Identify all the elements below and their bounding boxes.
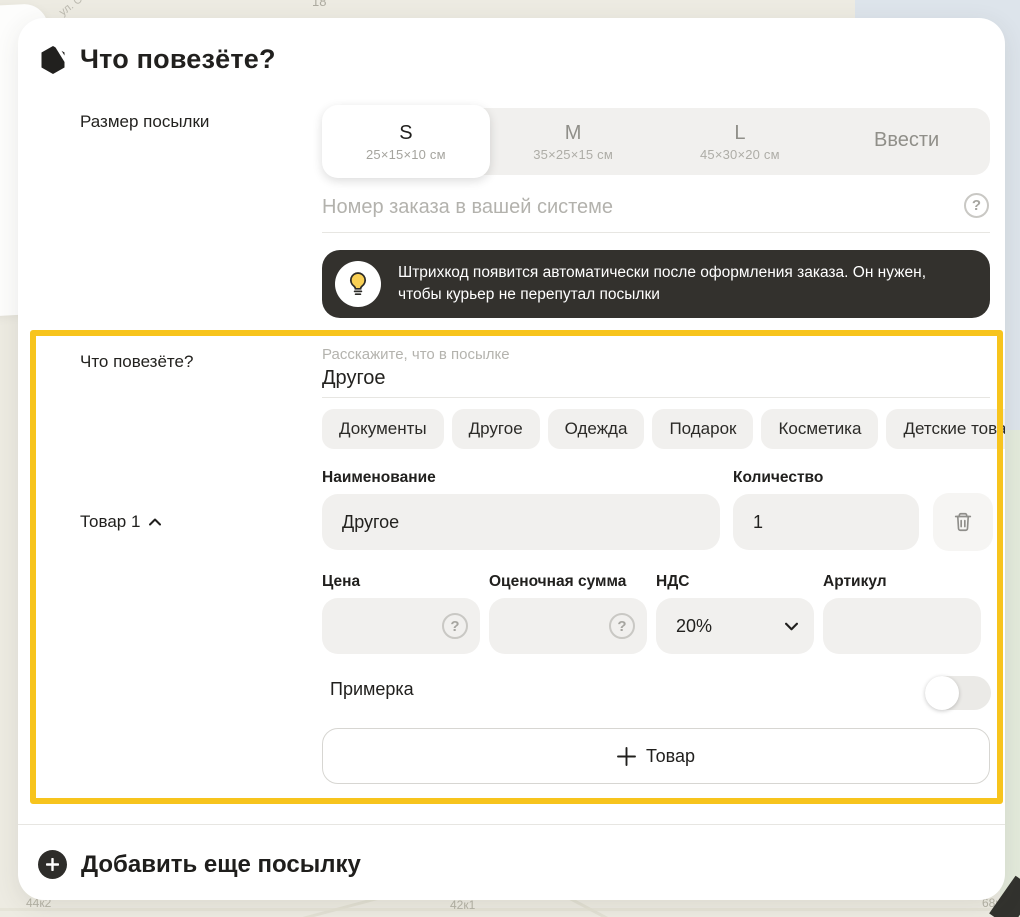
plus-icon — [617, 747, 636, 766]
estimated-label: Оценочная сумма — [489, 573, 626, 591]
size-tab-l[interactable]: L 45×30×20 см — [657, 108, 824, 175]
size-tab-s-dims: 25×15×10 см — [366, 147, 446, 162]
size-tab-m-name: M — [565, 122, 582, 145]
size-tab-s-name: S — [399, 122, 412, 145]
name-label: Наименование — [322, 469, 436, 487]
barcode-tooltip-line1: Штрихкод появится автоматически после оф… — [398, 262, 926, 284]
vat-select[interactable]: 20% — [656, 598, 814, 654]
add-item-button[interactable]: Товар — [322, 728, 990, 784]
toggle-knob — [925, 676, 959, 710]
footer-divider — [18, 824, 1005, 825]
size-section-label: Размер посылки — [80, 112, 209, 132]
size-tab-m[interactable]: M 35×25×15 см — [490, 108, 657, 175]
map-label: 42к1 — [450, 898, 475, 912]
add-item-label: Товар — [646, 746, 695, 767]
vat-label: НДС — [656, 573, 689, 591]
package-icon — [38, 45, 68, 75]
contents-input[interactable] — [322, 364, 942, 392]
page-title: Что повезёте? — [80, 44, 276, 75]
sku-label: Артикул — [823, 573, 887, 591]
contents-chips: Документы Другое Одежда Подарок Косметик… — [322, 409, 1005, 449]
size-tab-l-name: L — [734, 122, 745, 145]
item-name-input[interactable] — [322, 494, 720, 550]
barcode-tooltip-line2: чтобы курьер не перепутал посылки — [398, 284, 926, 306]
vat-value: 20% — [676, 616, 712, 637]
trash-icon — [952, 510, 974, 534]
chip-gift[interactable]: Подарок — [652, 409, 753, 449]
input-underline — [322, 397, 990, 398]
fitting-toggle[interactable] — [925, 676, 991, 710]
chip-other[interactable]: Другое — [452, 409, 540, 449]
item-1-title: Товар 1 — [80, 512, 140, 532]
order-number-input[interactable] — [322, 192, 942, 222]
size-tab-custom[interactable]: Ввести — [823, 108, 990, 175]
chevron-down-icon — [785, 622, 798, 631]
contents-field-label: Расскажите, что в посылке — [322, 346, 510, 363]
size-tab-custom-name: Ввести — [874, 129, 939, 152]
map-street-label: ул. С — [57, 0, 85, 19]
chevron-up-icon — [149, 518, 161, 526]
estimated-sum-help-icon[interactable]: ? — [609, 613, 635, 639]
chip-kids-goods[interactable]: Детские товары — [886, 409, 1005, 449]
fitting-label: Примерка — [330, 679, 414, 700]
item-qty-input[interactable] — [733, 494, 919, 550]
chip-clothes[interactable]: Одежда — [548, 409, 645, 449]
barcode-tooltip: Штрихкод появится автоматически после оф… — [322, 250, 990, 318]
contents-section-label: Что повезёте? — [80, 352, 193, 372]
lightbulb-icon — [335, 261, 381, 307]
price-help-icon[interactable]: ? — [442, 613, 468, 639]
input-underline — [322, 232, 990, 233]
delete-item-button[interactable] — [933, 493, 993, 551]
plus-circle-icon — [38, 850, 67, 879]
package-size-selector: S 25×15×10 см M 35×25×15 см L 45×30×20 с… — [322, 108, 990, 175]
qty-label: Количество — [733, 469, 823, 487]
chip-cosmetics[interactable]: Косметика — [761, 409, 878, 449]
add-parcel-button[interactable]: Добавить еще посылку — [38, 850, 361, 879]
barcode-tooltip-text: Штрихкод появится автоматически после оф… — [398, 262, 926, 306]
order-number-help-icon[interactable]: ? — [964, 193, 989, 218]
size-tab-l-dims: 45×30×20 см — [700, 147, 780, 162]
map-label: 18 — [312, 0, 326, 9]
item-1-header[interactable]: Товар 1 — [80, 512, 161, 532]
price-label: Цена — [322, 573, 360, 591]
chip-documents[interactable]: Документы — [322, 409, 444, 449]
size-tab-m-dims: 35×25×15 см — [533, 147, 613, 162]
parcel-form-card: Что повезёте? Размер посылки S 25×15×10 … — [18, 18, 1005, 900]
map-road — [0, 908, 1020, 911]
sku-input[interactable] — [823, 598, 981, 654]
add-parcel-label: Добавить еще посылку — [81, 851, 361, 879]
size-tab-s[interactable]: S 25×15×10 см — [322, 105, 490, 178]
